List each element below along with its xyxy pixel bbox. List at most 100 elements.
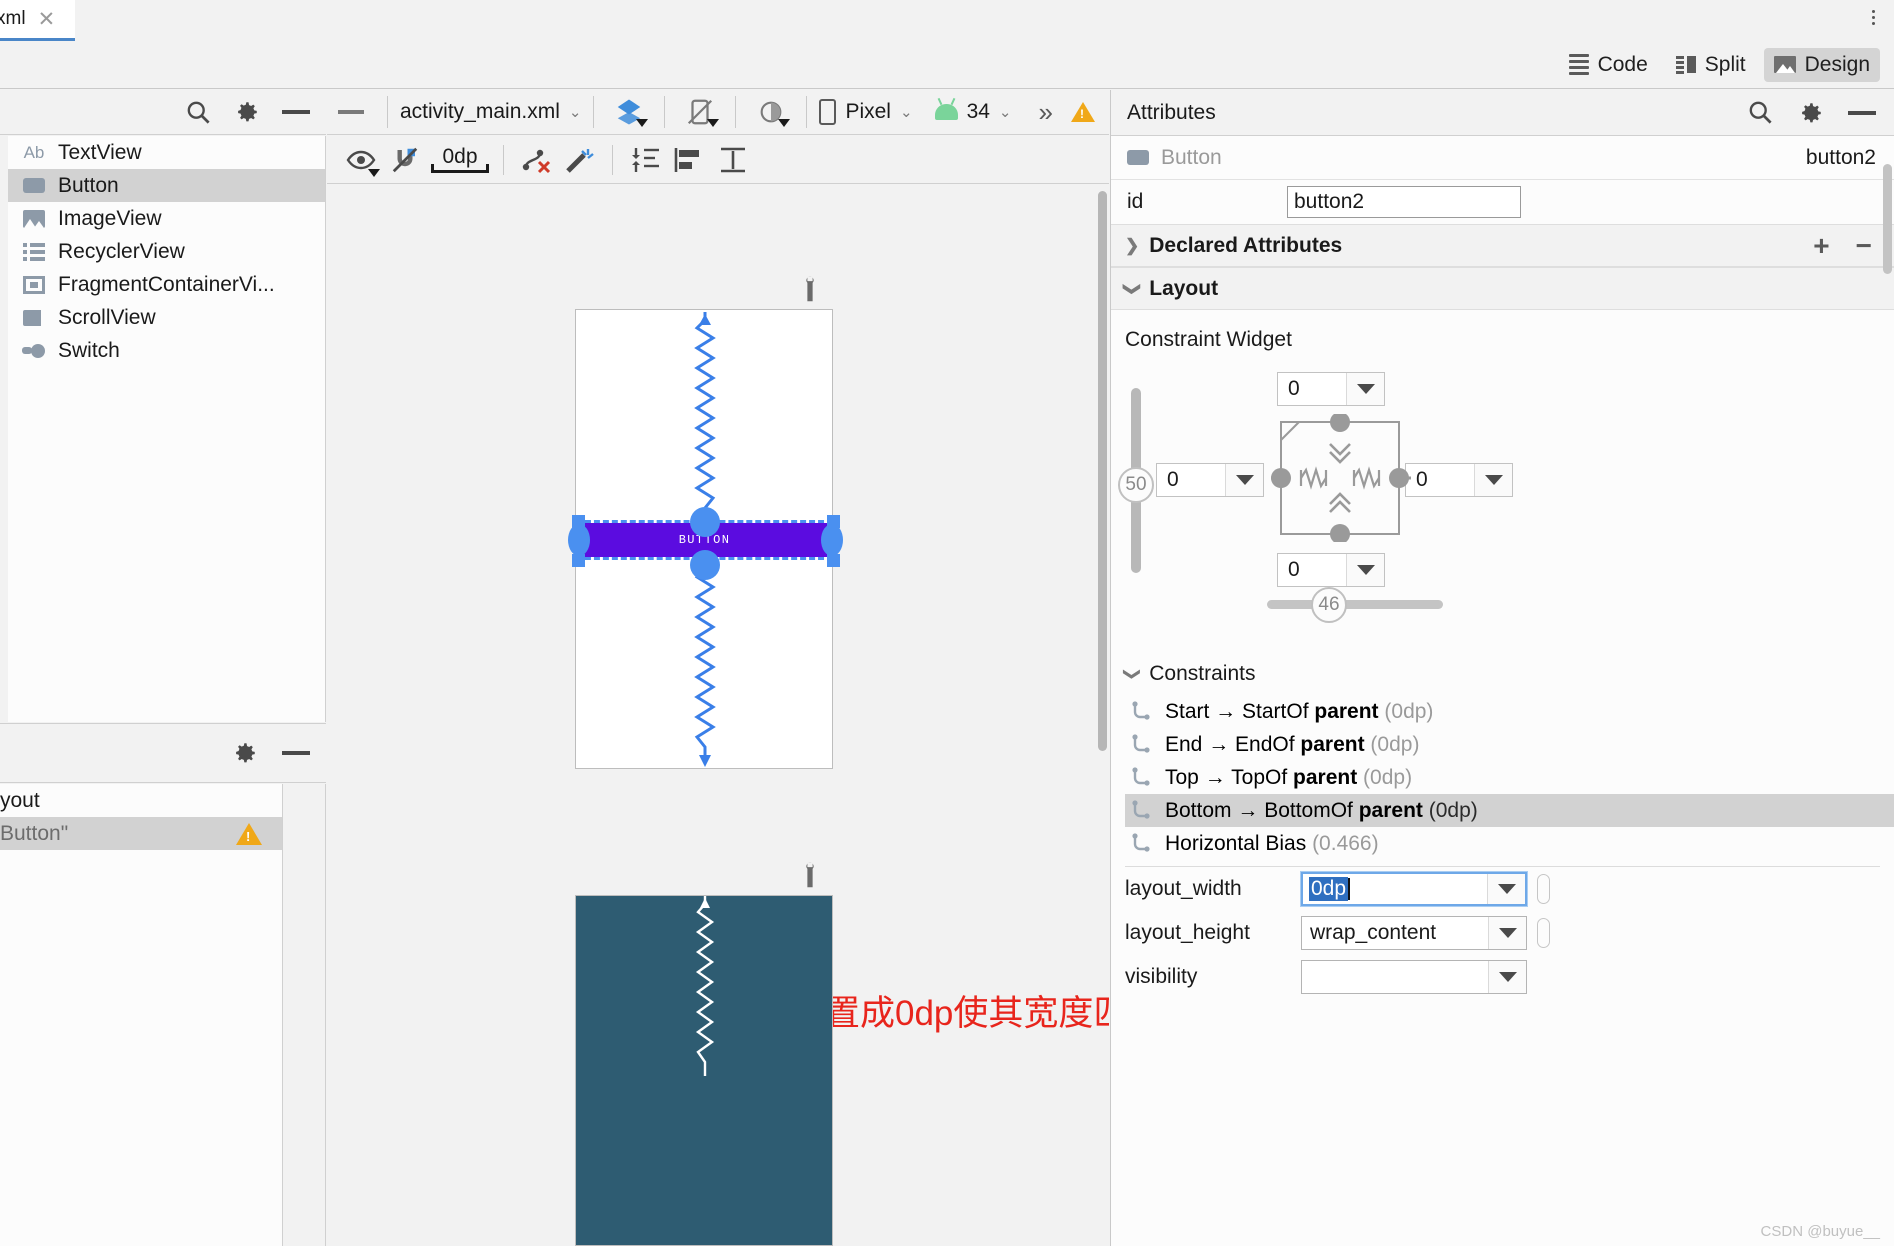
component-tree-side xyxy=(284,784,326,1246)
device-preview-frame-blueprint[interactable] xyxy=(575,895,833,1246)
design-toolbar: activity_main.xml ⌄ Pixel ⌄ 34 ⌄ » ! xyxy=(327,90,1109,135)
selected-component-row: Button button2 xyxy=(1111,136,1894,180)
constraint-row[interactable]: End → EndOf parent (0dp) xyxy=(1125,728,1894,761)
guidelines-icon[interactable] xyxy=(711,140,755,180)
wrench-icon xyxy=(806,276,814,302)
palette-item-fragmentcontainerview[interactable]: FragmentContainerVi... xyxy=(8,268,325,301)
margin-start-spinner[interactable]: 0 xyxy=(1156,463,1264,497)
gear-icon[interactable] xyxy=(232,740,258,766)
constraint-row[interactable]: Top → TopOf parent (0dp) xyxy=(1125,761,1894,794)
palette-list: Ab TextView Button ImageView RecyclerVie… xyxy=(0,136,326,722)
file-selector[interactable]: activity_main.xml ⌄ xyxy=(400,100,581,124)
constraint-target: parent xyxy=(1293,765,1358,789)
chevron-down-icon[interactable] xyxy=(1488,917,1526,949)
device-selector[interactable]: Pixel ⌄ xyxy=(819,99,913,125)
constraint-text: Horizontal Bias xyxy=(1165,831,1313,855)
attributes-scrollbar[interactable] xyxy=(1883,164,1892,274)
layout-height-input[interactable]: wrap_content xyxy=(1301,916,1527,950)
minimize-icon[interactable] xyxy=(1848,110,1876,115)
palette-item-recyclerview[interactable]: RecyclerView xyxy=(8,235,325,268)
margin-bottom-value: 0 xyxy=(1288,558,1300,581)
layers-icon[interactable] xyxy=(606,93,652,131)
autoconnect-off-icon[interactable] xyxy=(383,140,427,180)
chevrons-right-icon[interactable]: » xyxy=(1039,97,1053,128)
android-studio-window: xml ✕ Code Split Design Ab TextView Butt… xyxy=(0,0,1894,1246)
layout-section[interactable]: ❯ Layout xyxy=(1111,267,1894,310)
constraint-handle-top[interactable] xyxy=(690,507,720,537)
plus-icon[interactable]: + xyxy=(1813,230,1829,262)
constraint-row[interactable]: Start → StartOf parent (0dp) xyxy=(1125,695,1894,728)
align-icon[interactable] xyxy=(667,140,711,180)
pack-icon[interactable] xyxy=(623,140,667,180)
visibility-input[interactable] xyxy=(1301,960,1527,994)
search-icon[interactable] xyxy=(185,99,212,126)
constraint-row[interactable]: Horizontal Bias (0.466) xyxy=(1125,827,1894,860)
chevron-down-icon[interactable] xyxy=(1225,464,1263,496)
more-options-icon[interactable] xyxy=(1862,2,1884,32)
chevron-down-icon: ❯ xyxy=(1123,281,1143,296)
mode-button-code[interactable]: Code xyxy=(1559,48,1658,82)
constraint-value: (0.466) xyxy=(1312,831,1379,855)
tree-row[interactable]: yout xyxy=(0,784,282,817)
chevron-down-icon[interactable] xyxy=(1488,961,1526,993)
mode-button-design[interactable]: Design xyxy=(1763,47,1880,82)
constraint-handle-bottom[interactable] xyxy=(690,550,720,580)
constraints-section[interactable]: ❯ Constraints xyxy=(1111,652,1894,695)
theme-icon[interactable] xyxy=(748,93,794,131)
layout-height-row: layout_height wrap_content xyxy=(1111,911,1894,955)
divider xyxy=(806,96,808,128)
search-icon[interactable] xyxy=(1747,99,1774,126)
horizontal-bias-slider[interactable] xyxy=(1267,600,1443,609)
layout-width-input[interactable]: 0dp xyxy=(1301,872,1527,906)
api-selector[interactable]: 34 ⌄ xyxy=(934,100,1012,124)
warning-icon[interactable] xyxy=(1071,102,1095,122)
gear-icon[interactable] xyxy=(1798,100,1824,126)
margin-end-spinner[interactable]: 0 xyxy=(1405,463,1513,497)
chevron-down-icon[interactable] xyxy=(1346,554,1384,586)
tree-row[interactable]: Button" xyxy=(0,817,282,850)
watermark: CSDN @buyue__ xyxy=(1760,1223,1880,1240)
palette-item-button[interactable]: Button xyxy=(8,169,325,202)
constraint-handle-end[interactable] xyxy=(821,524,843,556)
minimize-icon[interactable] xyxy=(327,110,375,114)
chevron-down-icon[interactable] xyxy=(1346,373,1384,405)
tree-row-label: Button" xyxy=(0,821,69,845)
mode-button-split[interactable]: Split xyxy=(1666,48,1756,82)
close-icon[interactable]: ✕ xyxy=(38,8,56,30)
minimize-icon[interactable] xyxy=(282,751,310,755)
editor-tab-xml[interactable]: xml ✕ xyxy=(0,0,75,41)
horizontal-bias-value[interactable]: 46 xyxy=(1311,587,1347,623)
palette-item-textview[interactable]: Ab TextView xyxy=(8,136,325,169)
margin-top-value: 0 xyxy=(1288,377,1300,400)
rotate-device-icon[interactable] xyxy=(677,93,723,131)
declared-attributes-section[interactable]: ❯ Declared Attributes + − xyxy=(1111,224,1894,267)
gear-icon[interactable] xyxy=(234,99,260,125)
constraint-spring-top xyxy=(694,312,716,522)
magic-wand-icon[interactable] xyxy=(558,140,602,180)
android-icon xyxy=(934,104,958,120)
resize-handle-bottom-right[interactable] xyxy=(827,554,840,567)
design-canvas[interactable]: BUTTON 设置成0dp使其宽度匹配水平约束 xyxy=(327,185,1109,1246)
vertical-bias-value[interactable]: 50 xyxy=(1118,467,1154,503)
constraint-widget[interactable]: 50 0 0 0 0 46 xyxy=(1111,352,1894,652)
chevron-down-icon[interactable] xyxy=(1474,464,1512,496)
default-margin-control[interactable]: 0dp xyxy=(427,146,493,173)
palette-item-scrollview[interactable]: ScrollView xyxy=(8,301,325,334)
attributes-panel: Attributes Button button2 id button2 ❯ D… xyxy=(1110,90,1894,1246)
constraint-row[interactable]: Bottom → BottomOf parent (0dp) xyxy=(1125,794,1894,827)
chevron-down-icon[interactable] xyxy=(1487,874,1525,904)
eye-icon[interactable] xyxy=(339,140,383,180)
palette-item-switch[interactable]: Switch xyxy=(8,334,325,367)
chevron-down-icon: ⌄ xyxy=(568,104,582,121)
constraint-widget-box[interactable] xyxy=(1271,414,1411,542)
palette-item-imageview[interactable]: ImageView xyxy=(8,202,325,235)
minimize-icon[interactable] xyxy=(282,110,310,114)
constraint-handle-start[interactable] xyxy=(568,524,590,556)
minus-icon[interactable]: − xyxy=(1856,230,1872,262)
margin-top-spinner[interactable]: 0 xyxy=(1277,372,1385,406)
margin-bottom-spinner[interactable]: 0 xyxy=(1277,553,1385,587)
id-input[interactable]: button2 xyxy=(1287,186,1521,218)
clear-constraints-icon[interactable] xyxy=(514,140,558,180)
component-tree-header xyxy=(0,723,326,783)
canvas-scrollbar[interactable] xyxy=(1098,191,1107,751)
